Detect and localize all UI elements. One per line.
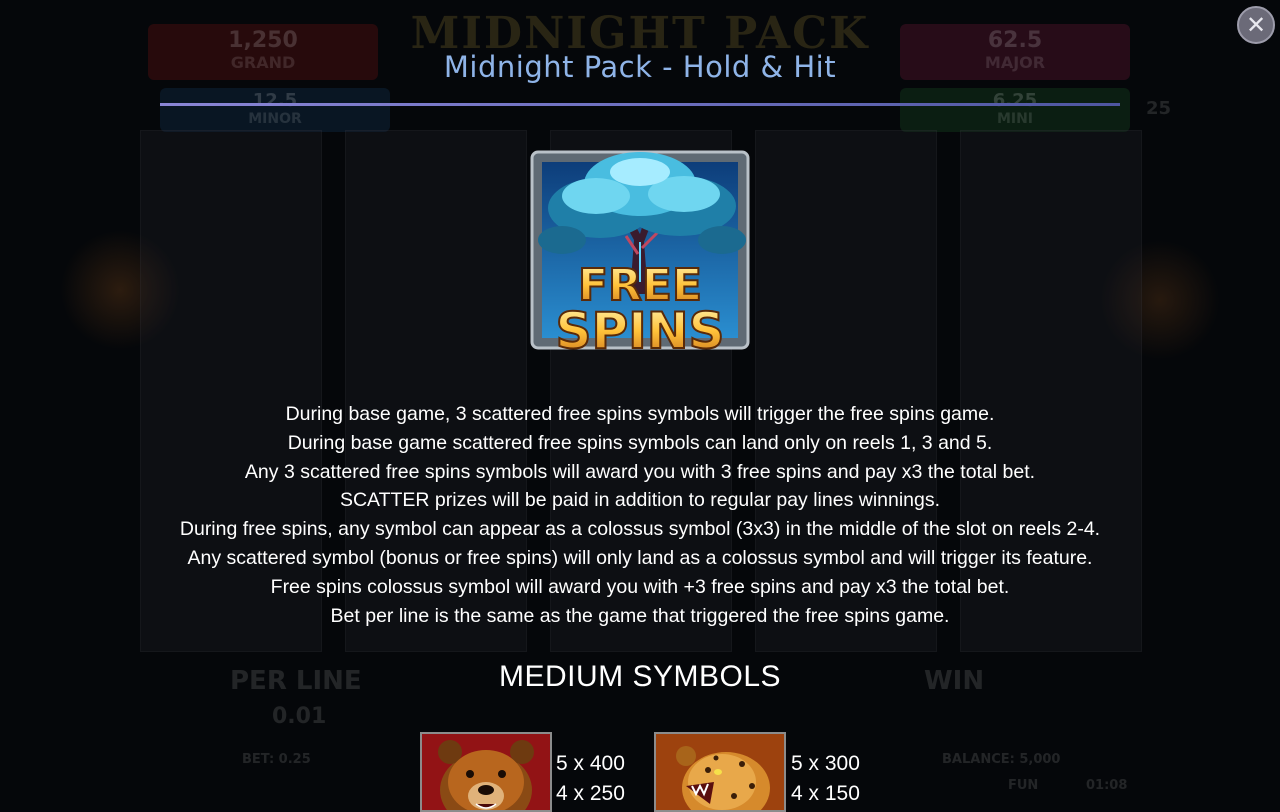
- pay-line: 5 x 400: [556, 752, 625, 775]
- bear-icon: [420, 732, 552, 812]
- description-line: Any scattered symbol (bonus or free spin…: [187, 546, 1093, 569]
- description-line: SCATTER prizes will be paid in addition …: [339, 489, 941, 512]
- symbol-card-jaguar: [654, 732, 786, 812]
- page-title: Midnight Pack - Hold & Hit: [443, 50, 837, 84]
- feature-description: During base game, 3 scattered free spins…: [0, 400, 1280, 630]
- pay-line: 4 x 150: [791, 782, 860, 805]
- close-icon: ✕: [1245, 11, 1267, 39]
- close-button[interactable]: ✕: [1237, 6, 1275, 44]
- symbol-card-bear: [420, 732, 552, 812]
- paytable-overlay: Midnight Pack - Hold & Hit ✕ FREE SPINS …: [0, 0, 1280, 812]
- description-line: During free spins, any symbol can appear…: [179, 518, 1101, 541]
- description-line: Free spins colossus symbol will award yo…: [270, 575, 1010, 598]
- description-line: Any 3 scattered free spins symbols will …: [244, 460, 1036, 483]
- title-divider: [160, 103, 1120, 106]
- description-line: Bet per line is the same as the game tha…: [330, 604, 950, 627]
- jaguar-icon: [654, 732, 786, 812]
- bear-pays: 5 x 400 4 x 250: [556, 749, 625, 809]
- description-line: During base game scattered free spins sy…: [287, 431, 993, 454]
- pay-line: 4 x 250: [556, 782, 625, 805]
- pay-line: 5 x 300: [791, 752, 860, 775]
- jaguar-pays: 5 x 300 4 x 150: [791, 749, 860, 809]
- medium-symbols-heading: MEDIUM SYMBOLS: [498, 660, 782, 693]
- description-line: During base game, 3 scattered free spins…: [285, 403, 995, 425]
- free-spins-symbol: FREE SPINS: [526, 144, 754, 361]
- free-spins-symbol-art: FREE SPINS: [530, 150, 750, 361]
- free-spins-word2: SPINS: [555, 302, 724, 356]
